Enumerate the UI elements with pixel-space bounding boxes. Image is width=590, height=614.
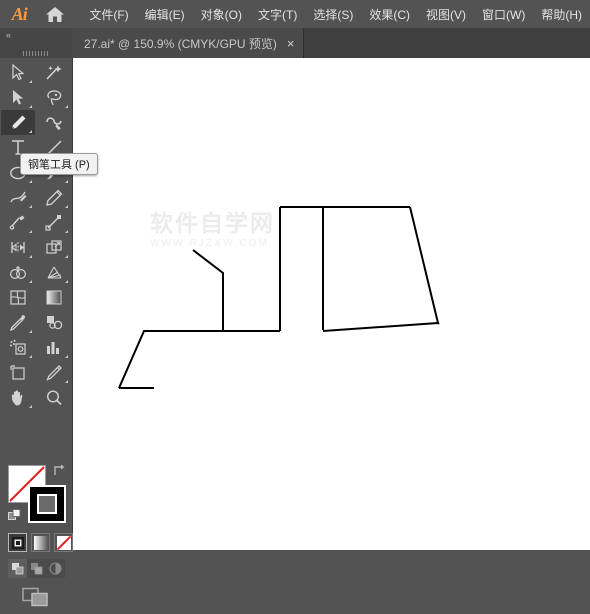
- width-tool[interactable]: [1, 235, 35, 260]
- grip-dots-icon: [23, 50, 49, 56]
- tool-expand-corner-icon: [29, 180, 32, 183]
- pencil-tool[interactable]: [37, 185, 71, 210]
- column-graph-tool[interactable]: [37, 335, 71, 360]
- shape-builder-tool[interactable]: [1, 260, 35, 285]
- tool-expand-corner-icon: [29, 105, 32, 108]
- home-icon[interactable]: [39, 0, 72, 28]
- stroke-color-swatch[interactable]: [28, 485, 66, 523]
- artwork-path[interactable]: [409, 206, 439, 324]
- perspective-grid-tool[interactable]: [37, 260, 71, 285]
- tool-expand-corner-icon: [65, 380, 68, 383]
- gradient-mode-button[interactable]: [31, 533, 50, 552]
- document-tab-bar: 27.ai* @ 150.9% (CMYK/GPU 预览) ×: [0, 28, 590, 58]
- menu-edit[interactable]: 编辑(E): [137, 2, 193, 27]
- close-icon[interactable]: ×: [287, 37, 295, 50]
- draw-normal-button[interactable]: [8, 559, 27, 578]
- direct-selection-tool[interactable]: [1, 85, 35, 110]
- paint-mode-row: [8, 533, 73, 552]
- default-fill-stroke-icon[interactable]: [8, 509, 22, 528]
- none-mode-button[interactable]: [54, 533, 73, 552]
- app-logo: Ai: [11, 3, 28, 24]
- pen-tool-path-drawing[interactable]: [73, 58, 590, 550]
- tool-expand-corner-icon: [29, 255, 32, 258]
- pen-tool[interactable]: [1, 110, 35, 135]
- eyedropper-tool[interactable]: [1, 310, 35, 335]
- color-controls: [0, 403, 73, 608]
- tool-expand-corner-icon: [65, 180, 68, 183]
- curvature-tool[interactable]: [37, 110, 71, 135]
- illustrator-window: Ai 文件(F) 编辑(E) 对象(O) 文字(T) 选择(S) 效果(C) 视…: [0, 0, 590, 607]
- swap-fill-stroke-icon[interactable]: [52, 463, 66, 482]
- tool-expand-corner-icon: [29, 205, 32, 208]
- tools-panel: [0, 58, 73, 607]
- scale-tool[interactable]: [37, 210, 71, 235]
- gradient-tool[interactable]: [37, 285, 71, 310]
- draw-behind-button[interactable]: [27, 559, 46, 578]
- draw-inside-button[interactable]: [46, 559, 65, 578]
- stroke-inner-box: [37, 494, 57, 514]
- tool-expand-corner-icon: [29, 280, 32, 283]
- color-mode-button[interactable]: [8, 533, 27, 552]
- tool-expand-corner-icon: [29, 80, 32, 83]
- document-tab-label: 27.ai* @ 150.9% (CMYK/GPU 预览): [84, 36, 277, 51]
- tool-expand-corner-icon: [29, 130, 32, 133]
- tool-expand-corner-icon: [29, 330, 32, 333]
- magic-wand-tool[interactable]: [37, 60, 71, 85]
- menu-bar: Ai 文件(F) 编辑(E) 对象(O) 文字(T) 选择(S) 效果(C) 视…: [0, 0, 590, 28]
- artwork-path[interactable]: [322, 322, 439, 332]
- tool-expand-corner-icon: [65, 280, 68, 283]
- tool-expand-corner-icon: [65, 255, 68, 258]
- lasso-tool[interactable]: [37, 85, 71, 110]
- tool-expand-corner-icon: [29, 230, 32, 233]
- shaper-tool[interactable]: [1, 185, 35, 210]
- menu-type[interactable]: 文字(T): [250, 2, 305, 27]
- free-transform-tool[interactable]: [37, 235, 71, 260]
- mesh-tool[interactable]: [1, 285, 35, 310]
- pen-tool-tooltip: 钢笔工具 (P): [20, 153, 98, 175]
- change-screen-mode-button[interactable]: [22, 585, 52, 614]
- tool-expand-corner-icon: [65, 205, 68, 208]
- tool-expand-corner-icon: [29, 355, 32, 358]
- artwork-path[interactable]: [118, 249, 224, 389]
- document-tab[interactable]: 27.ai* @ 150.9% (CMYK/GPU 预览) ×: [72, 28, 304, 58]
- menu-file[interactable]: 文件(F): [81, 2, 136, 27]
- artboard-canvas[interactable]: 软件自学网 WWW.RJZXW.COM: [73, 58, 590, 550]
- menu-view[interactable]: 视图(V): [418, 2, 474, 27]
- tool-expand-corner-icon: [65, 355, 68, 358]
- tools-grid: [0, 60, 72, 410]
- menu-object[interactable]: 对象(O): [193, 2, 250, 27]
- menu-help[interactable]: 帮助(H): [533, 2, 590, 27]
- selection-tool[interactable]: [1, 60, 35, 85]
- rotate-tool[interactable]: [1, 210, 35, 235]
- slice-tool[interactable]: [37, 360, 71, 385]
- menu-effect[interactable]: 效果(C): [361, 2, 418, 27]
- tool-expand-corner-icon: [65, 105, 68, 108]
- blend-tool[interactable]: [37, 310, 71, 335]
- drawing-mode-row: [8, 559, 65, 578]
- menu-item-list: 文件(F) 编辑(E) 对象(O) 文字(T) 选择(S) 效果(C) 视图(V…: [81, 2, 590, 27]
- tool-expand-corner-icon: [65, 230, 68, 233]
- artboard-tool[interactable]: [1, 360, 35, 385]
- menu-window[interactable]: 窗口(W): [474, 2, 533, 27]
- symbol-sprayer-tool[interactable]: [1, 335, 35, 360]
- artwork-path[interactable]: [437, 322, 440, 325]
- menu-select[interactable]: 选择(S): [305, 2, 361, 27]
